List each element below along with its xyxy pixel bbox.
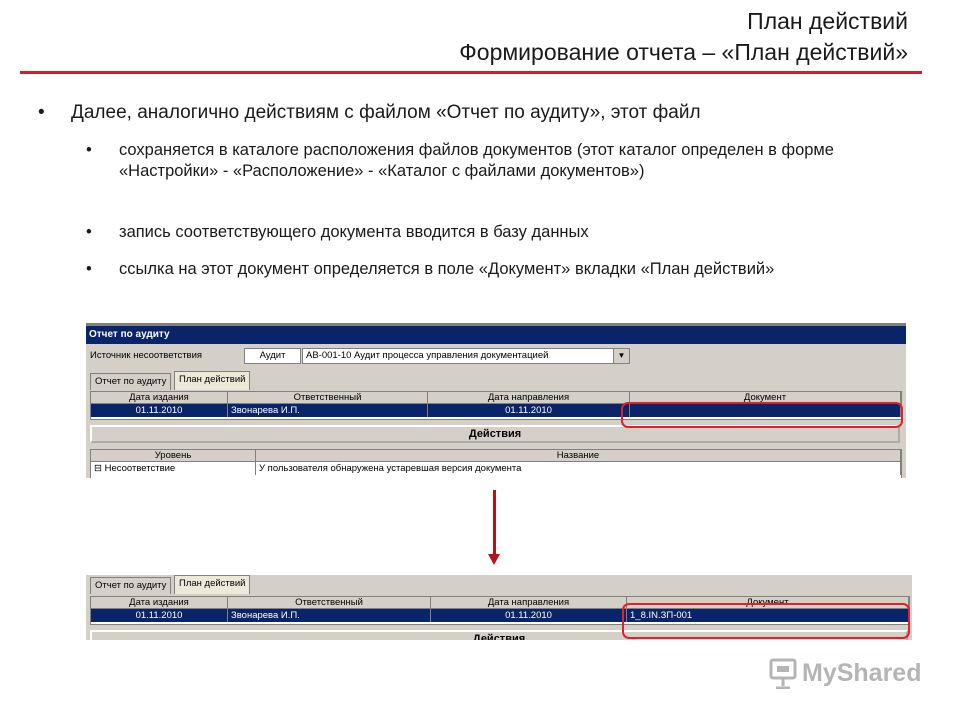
bullet-dot: • bbox=[86, 223, 92, 241]
down-arrow-shaft bbox=[493, 490, 496, 556]
source-select[interactable]: АВ-001-10 Аудит процесса управления доку… bbox=[302, 348, 630, 364]
col-header-responsible[interactable]: Ответственный bbox=[228, 597, 431, 609]
cell-send-date[interactable]: 01.11.2010 bbox=[431, 609, 627, 622]
audit-report-window: Отчет по аудиту Источник несоответствия … bbox=[86, 323, 906, 478]
myshared-logo: MyShared bbox=[768, 657, 928, 691]
tab-action-plan[interactable]: План действий bbox=[174, 575, 251, 594]
tab-action-plan[interactable]: План действий bbox=[174, 371, 251, 390]
actions-table: Уровень Название ⊟ Несоответствие У поль… bbox=[90, 449, 902, 478]
main-bullet-text: Далее, аналогично действиям с файлом «От… bbox=[71, 102, 701, 123]
source-kind-field[interactable]: Аудит bbox=[244, 348, 301, 364]
title-divider bbox=[20, 71, 922, 74]
bullet-dot: • bbox=[86, 141, 92, 159]
sub-bullet-text: запись соответствующего документа вводит… bbox=[119, 223, 589, 241]
highlight-filled-document bbox=[622, 603, 910, 639]
source-select-value: АВ-001-10 Аудит процесса управления доку… bbox=[306, 350, 549, 361]
slide-header: План действий Формирование отчета – «Пла… bbox=[459, 6, 908, 68]
slide-subtitle: Формирование отчета – «План действий» bbox=[459, 39, 908, 65]
down-arrow-icon bbox=[488, 554, 500, 565]
cell-issue-date[interactable]: 01.11.2010 bbox=[91, 404, 228, 417]
bullet-dot: • bbox=[38, 102, 45, 123]
cell-action-name[interactable]: У пользователя обнаружена устаревшая вер… bbox=[256, 462, 901, 475]
highlight-empty-document bbox=[621, 402, 903, 428]
cell-issue-date[interactable]: 01.11.2010 bbox=[91, 609, 228, 622]
col-header-responsible[interactable]: Ответственный bbox=[228, 392, 428, 404]
col-header-name[interactable]: Название bbox=[256, 450, 901, 462]
col-header-send-date[interactable]: Дата направления bbox=[428, 392, 630, 404]
presentation-board-icon bbox=[769, 658, 797, 690]
tab-audit-report[interactable]: Отчет по аудиту bbox=[90, 373, 172, 390]
cell-level[interactable]: ⊟ Несоответствие bbox=[91, 462, 256, 475]
tab-audit-report[interactable]: Отчет по аудиту bbox=[90, 577, 172, 594]
tab-strip: Отчет по аудиту План действий bbox=[90, 371, 390, 390]
col-header-issue-date[interactable]: Дата издания bbox=[91, 597, 228, 609]
col-header-send-date[interactable]: Дата направления bbox=[431, 597, 627, 609]
bullet-dot: • bbox=[86, 260, 92, 278]
col-header-issue-date[interactable]: Дата издания bbox=[91, 392, 228, 404]
window-title-bar: Отчет по аудиту bbox=[86, 326, 906, 344]
col-header-level[interactable]: Уровень bbox=[91, 450, 256, 462]
chevron-down-icon[interactable]: ▼ bbox=[613, 349, 629, 363]
cell-responsible[interactable]: Звонарева И.П. bbox=[228, 609, 431, 622]
logo-text: MyShared bbox=[802, 659, 922, 687]
cell-send-date[interactable]: 01.11.2010 bbox=[428, 404, 630, 417]
source-label: Источник несоответствия bbox=[90, 350, 203, 361]
tab-strip: Отчет по аудиту План действий bbox=[90, 575, 390, 594]
slide-title: План действий bbox=[747, 8, 908, 34]
cell-responsible[interactable]: Звонарева И.П. bbox=[228, 404, 428, 417]
sub-bullet-text: ссылка на этот документ определяется в п… bbox=[119, 260, 775, 278]
cell-level-text: Несоответствие bbox=[104, 463, 176, 474]
sub-bullet-text: сохраняется в каталоге расположения файл… bbox=[119, 141, 834, 180]
tree-collapse-icon[interactable]: ⊟ bbox=[94, 463, 102, 474]
